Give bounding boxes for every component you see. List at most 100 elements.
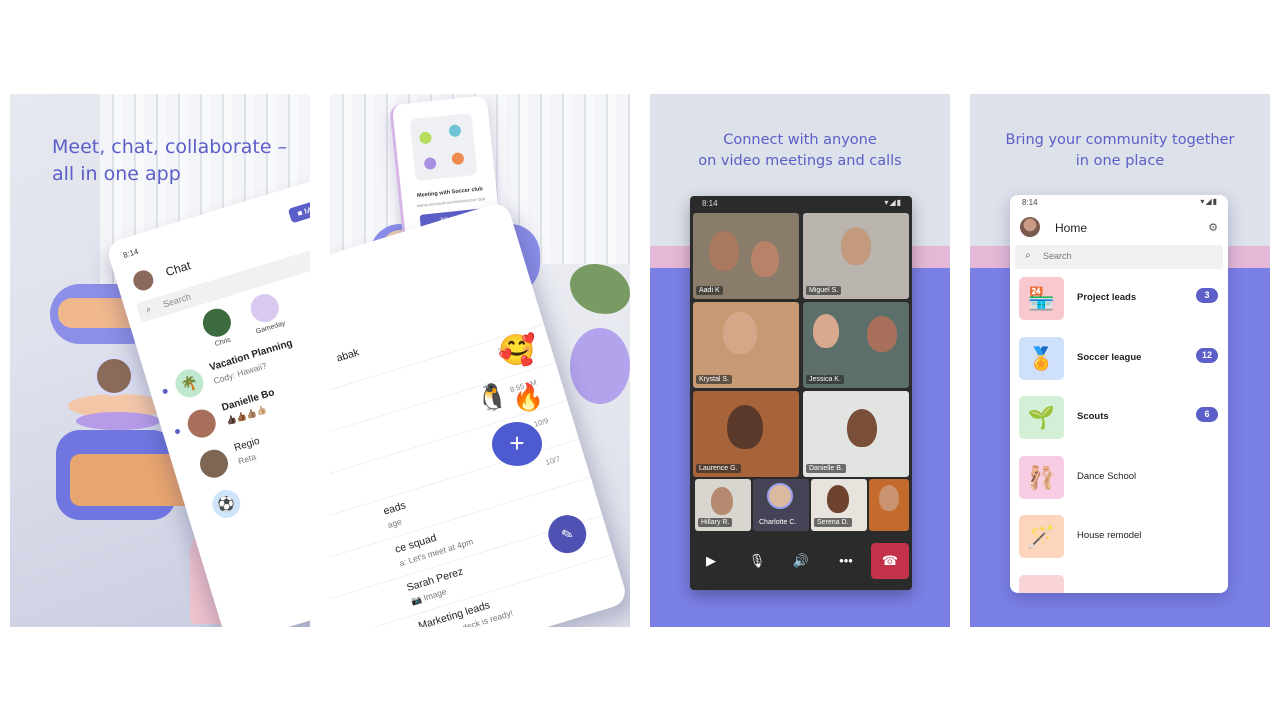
participant-dot <box>418 131 433 145</box>
headline-line: in one place <box>1075 153 1165 169</box>
participant-dot <box>448 124 462 138</box>
video-tile-small[interactable]: Serena D. <box>811 479 867 531</box>
video-tile[interactable]: Aadi K <box>693 213 799 299</box>
participant-avatar <box>767 483 793 509</box>
unread-badge: 6 <box>1196 407 1218 422</box>
palm-tree-icon: 🌴 <box>171 365 207 401</box>
unread-badge: 3 <box>1196 288 1218 303</box>
panel-video-meetings: Connect with anyone on video meetings an… <box>650 94 950 627</box>
camera-toggle-button[interactable]: ▶ <box>694 546 728 576</box>
participant-face <box>867 316 897 352</box>
video-tile[interactable]: Krystal S. <box>693 302 799 388</box>
community-item[interactable] <box>1010 567 1228 593</box>
video-tile[interactable]: Laurence G. <box>693 391 799 477</box>
search-input[interactable]: ⌕ Search <box>1015 245 1223 269</box>
participant-face <box>847 409 877 447</box>
participant-face <box>841 227 871 265</box>
headline-line: on video meetings and calls <box>698 153 902 169</box>
home-header: Home ⚙ <box>1010 211 1228 245</box>
community-item[interactable]: 🏪 Project leads 3 <box>1010 269 1228 329</box>
search-icon: ⌕ <box>144 303 153 315</box>
community-name: Scouts <box>1077 411 1109 422</box>
meeting-preview-grid <box>409 112 478 182</box>
video-tile-small[interactable] <box>869 479 909 531</box>
chat-name: Regio <box>232 435 262 454</box>
participant-name: Krystal S. <box>696 375 732 384</box>
participant-face <box>813 314 839 348</box>
chat-preview: Reta <box>236 451 258 467</box>
mic-toggle-button[interactable]: 🎙 <box>740 546 774 576</box>
fire-emoji: 🔥 <box>512 382 545 412</box>
headline-line: Bring your community together <box>1005 132 1235 148</box>
seedling-icon: 🌱 <box>1019 396 1064 439</box>
participant-name: Aadi K <box>696 286 723 295</box>
participant-dot <box>451 151 465 166</box>
plus-icon: + <box>492 422 542 466</box>
participant-face <box>827 485 849 513</box>
unread-badge: 12 <box>1195 347 1218 363</box>
status-time: 8:14 <box>121 246 140 260</box>
smiling-hearts-emoji: 🥰 <box>498 334 536 367</box>
hang-up-button[interactable]: ☎ <box>871 543 909 579</box>
participant-name: Laurence G. <box>696 464 741 473</box>
status-time: 8:14 <box>1022 198 1038 207</box>
video-tile[interactable]: Miguel S. <box>803 213 909 299</box>
manage-people-icon[interactable]: ⚙ <box>1208 221 1218 234</box>
medal-icon <box>247 290 283 326</box>
penguin-emoji: 🐧 <box>476 382 509 412</box>
pinned-chat[interactable]: Gameday <box>242 289 291 337</box>
magic-wand-icon: 🪄 <box>1019 515 1064 558</box>
community-name: Dance School <box>1077 470 1137 482</box>
chat-time: 10/7 <box>544 454 562 468</box>
signal-battery-icons: ▾◢▮ <box>884 198 902 207</box>
search-placeholder: Search <box>161 291 193 310</box>
video-tile-small[interactable]: Charlotte C. <box>753 479 809 531</box>
avatar[interactable] <box>1020 217 1040 237</box>
community-item[interactable]: 🩰 Dance School <box>1010 448 1228 508</box>
pinned-name: Gameday <box>255 319 287 336</box>
page-title: Chat <box>163 258 193 280</box>
compose-icon: ✎ <box>559 524 576 544</box>
panel-community: Bring your community together in one pla… <box>970 94 1270 627</box>
speaker-button[interactable]: 🔊 <box>784 546 818 576</box>
plant-decor <box>570 264 630 314</box>
more-options-button[interactable]: ••• <box>829 546 863 576</box>
call-controls: ▶ 🎙 🔊 ••• ☎ <box>690 532 912 590</box>
more-icon: ••• <box>839 553 853 568</box>
participant-face <box>723 312 757 354</box>
status-time: 8:14 <box>702 199 718 208</box>
avatar[interactable] <box>130 267 156 293</box>
meet-label: Meet <box>303 202 310 217</box>
app-store-screenshots: Meet, chat, collaborate – all in one app… <box>0 0 1280 720</box>
panel-headline: Meet, chat, collaborate – all in one app <box>52 134 287 188</box>
decor-sphere <box>570 328 630 404</box>
store-24h-icon: 🏪 <box>1019 277 1064 320</box>
video-camera-icon: ▶ <box>706 553 716 568</box>
group-avatar <box>196 446 232 482</box>
phone-chat-list: abak 2:55 PM 8:55 AM 10/9 eads age 10/7 … <box>330 200 629 627</box>
meet-button[interactable]: ■ Meet <box>287 197 310 224</box>
participant-face <box>711 487 733 515</box>
video-tile-small[interactable]: Hillary R. <box>695 479 751 531</box>
medal-icon: 🏅 <box>1019 336 1064 380</box>
participant-name: Hillary R. <box>698 518 733 527</box>
microphone-icon: 🎙 <box>748 553 766 568</box>
panel-chat-emojis: Meeting with Soccer club teams.microsoft… <box>330 94 630 627</box>
avatar-floating <box>94 356 134 396</box>
ballet-shoes-icon: 🩰 <box>1019 455 1064 499</box>
community-item[interactable]: 🌱 Scouts 6 <box>1010 388 1228 448</box>
search-placeholder: Search <box>1043 251 1072 261</box>
community-item[interactable]: 🏅 Soccer league 12 <box>1010 329 1228 389</box>
video-tile[interactable]: Danielle B. <box>803 391 909 477</box>
pinned-chat[interactable]: Chris <box>194 303 243 351</box>
participant-face <box>709 231 739 271</box>
unread-dot <box>174 428 181 435</box>
video-tile[interactable]: Jessica K. <box>803 302 909 388</box>
panel-headline: Bring your community together in one pla… <box>970 130 1270 172</box>
participant-name: Jessica K. <box>806 375 844 384</box>
status-bar: 8:14 ▾◢▮ <box>690 196 912 212</box>
headline-line: all in one app <box>52 163 181 185</box>
community-item[interactable]: 🪄 House remodel <box>1010 507 1228 567</box>
phone-home-screen: 8:14 ▾◢▮ Home ⚙ ⌕ Search 🏪 Project leads… <box>1010 195 1228 593</box>
panel-meet-chat-collaborate: Meet, chat, collaborate – all in one app… <box>10 94 310 627</box>
